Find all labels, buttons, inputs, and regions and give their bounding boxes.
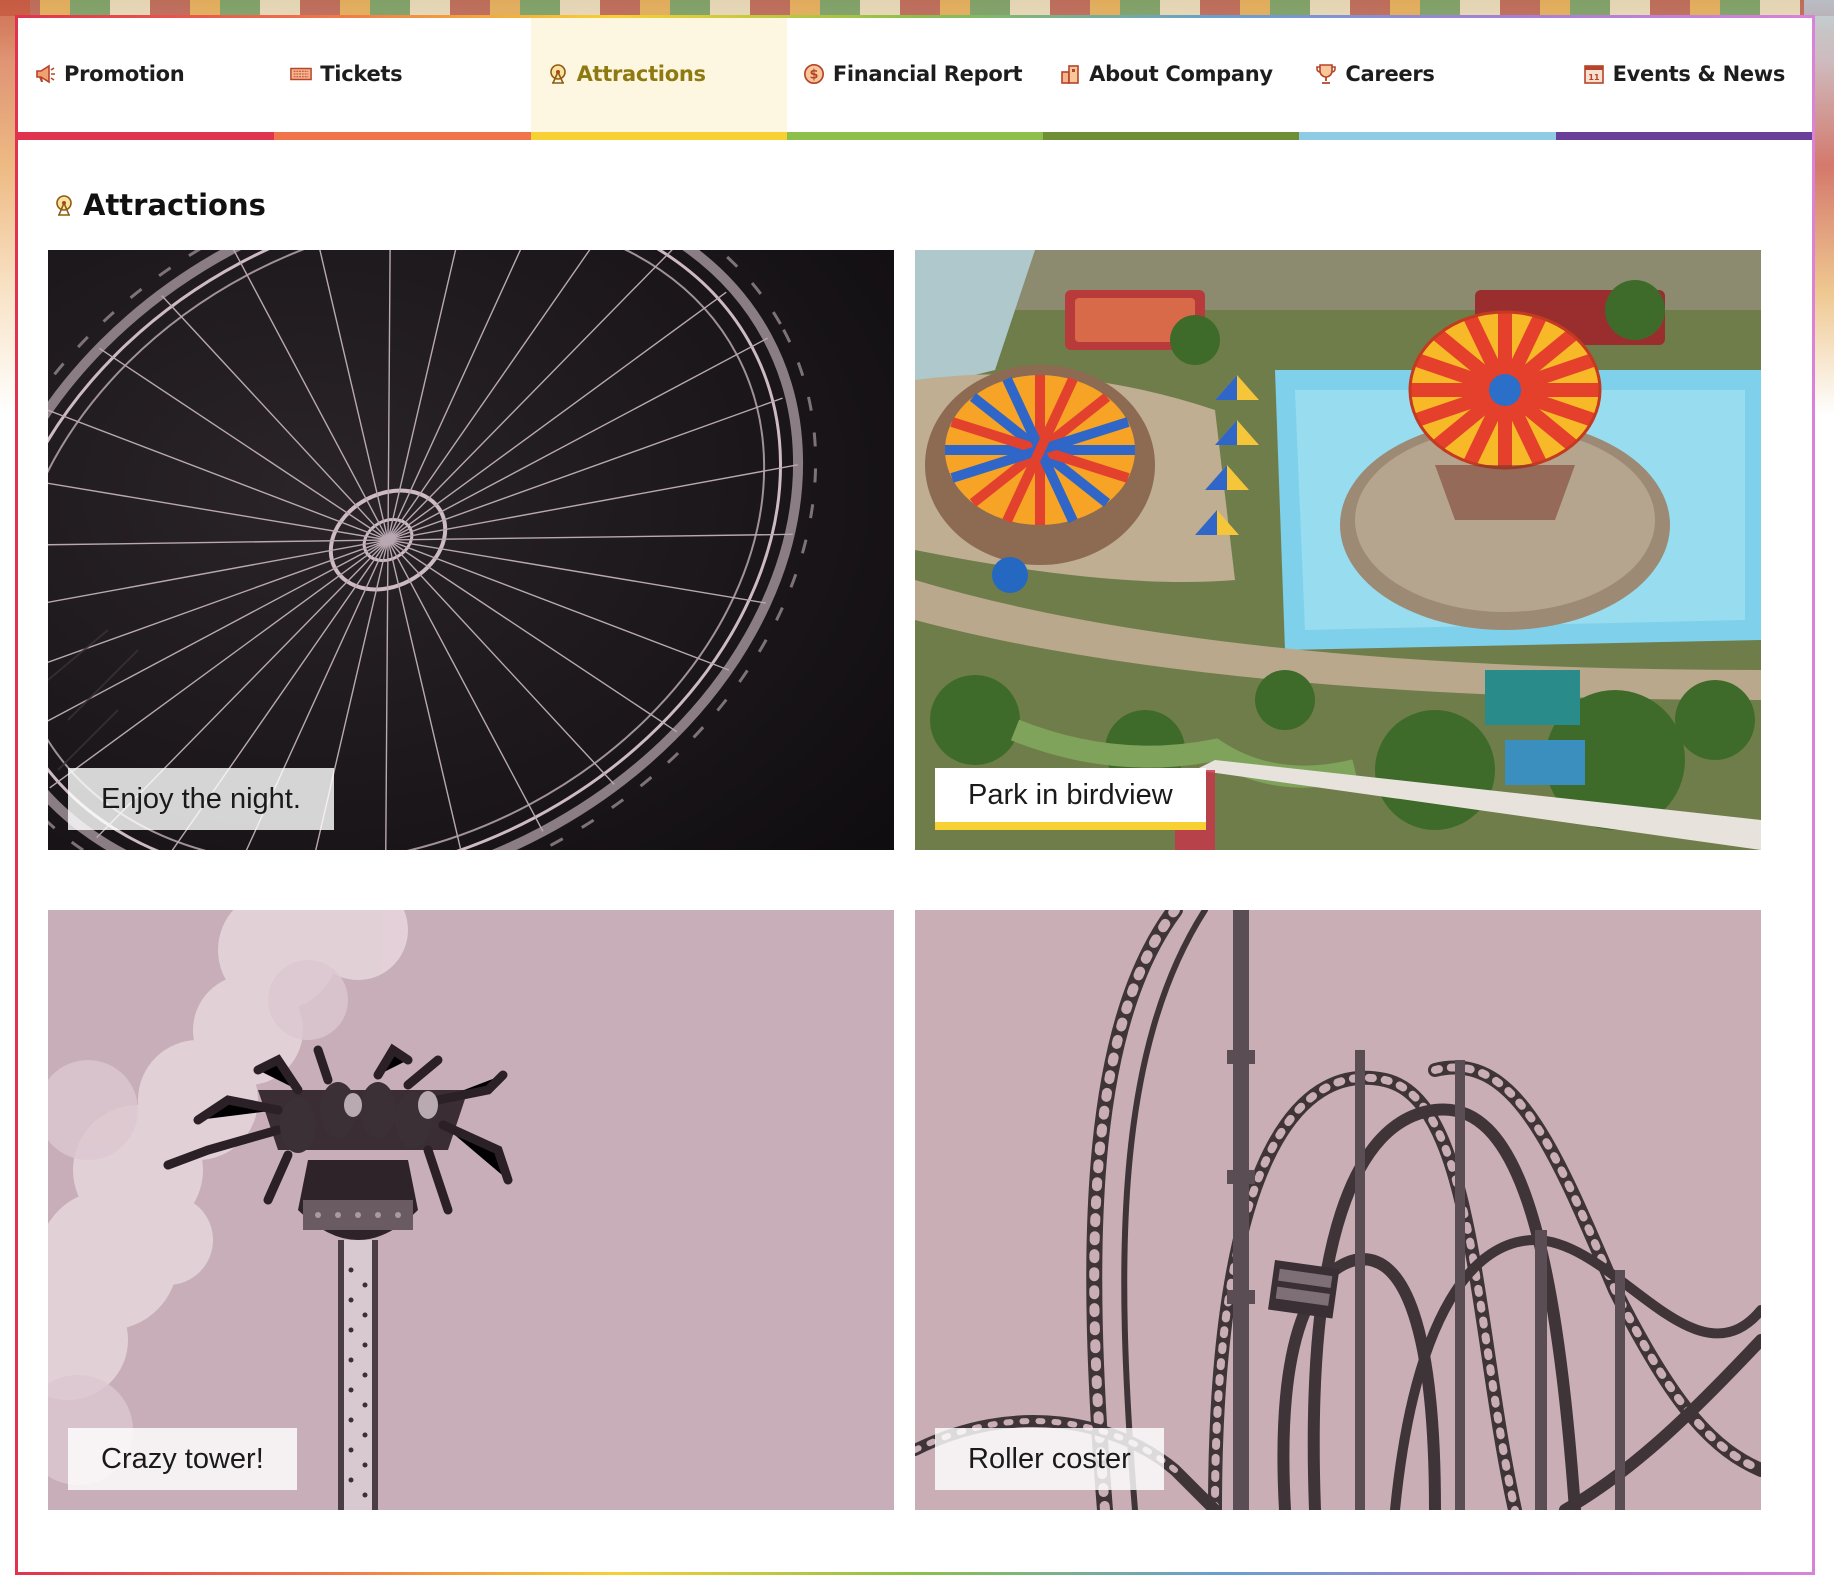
- nav-label: About Company: [1089, 62, 1273, 86]
- main-panel: Promotion Tickets Attractions $ Financia…: [15, 15, 1815, 1575]
- card-caption: Enjoy the night.: [68, 768, 334, 830]
- nav-item-events-news[interactable]: 11 Events & News: [1555, 18, 1812, 140]
- nav-item-financial-report[interactable]: $ Financial Report: [786, 18, 1044, 140]
- nav-color-bar: [530, 132, 787, 140]
- roller-coaster-photo: [915, 910, 1761, 1510]
- attraction-card[interactable]: Park in birdview: [915, 250, 1761, 850]
- attraction-card[interactable]: Roller coster: [915, 910, 1761, 1510]
- svg-text:11: 11: [1588, 73, 1600, 82]
- nav-item-attractions[interactable]: Attractions: [530, 18, 787, 140]
- nav-item-promotion[interactable]: Promotion: [18, 18, 275, 140]
- card-caption: Roller coster: [935, 1428, 1164, 1490]
- dollar-coin-icon: $: [803, 63, 825, 85]
- nav-color-bar: [786, 132, 1044, 140]
- section-heading: Attractions: [53, 188, 266, 222]
- nav-label: Events & News: [1612, 62, 1786, 86]
- nav-color-bar: [274, 132, 531, 140]
- nav-label: Promotion: [64, 62, 185, 86]
- nav-color-bar: [1555, 132, 1812, 140]
- drop-tower-photo: [48, 910, 894, 1510]
- main-navigation: Promotion Tickets Attractions $ Financia…: [18, 18, 1812, 140]
- nav-item-tickets[interactable]: Tickets: [274, 18, 531, 140]
- nav-label: Tickets: [320, 62, 403, 86]
- background-carnival-strip: [0, 0, 1834, 16]
- nav-label: Financial Report: [832, 62, 1023, 86]
- ferris-wheel-icon: [53, 194, 75, 216]
- attraction-card[interactable]: Enjoy the night.: [48, 250, 894, 850]
- ticket-icon: [290, 63, 313, 85]
- nav-item-careers[interactable]: Careers: [1299, 18, 1556, 140]
- card-caption: Crazy tower!: [68, 1428, 297, 1490]
- building-icon: [1059, 63, 1081, 85]
- card-caption: Park in birdview: [935, 768, 1206, 830]
- nav-color-bar: [18, 132, 275, 140]
- page-title: Attractions: [83, 188, 266, 222]
- trophy-icon: [1315, 63, 1337, 85]
- amusement-park-aerial-photo: [915, 250, 1761, 850]
- nav-color-bar: [1043, 132, 1300, 140]
- calendar-icon: 11: [1583, 63, 1605, 85]
- ferris-wheel-night-photo: [48, 250, 894, 850]
- attraction-card[interactable]: Crazy tower!: [48, 910, 894, 1510]
- nav-label: Attractions: [576, 62, 706, 86]
- megaphone-icon: [34, 63, 56, 85]
- nav-item-about-company[interactable]: About Company: [1043, 18, 1300, 140]
- nav-label: Careers: [1345, 62, 1435, 86]
- ferris-wheel-icon: [547, 63, 569, 85]
- nav-color-bar: [1299, 132, 1556, 140]
- svg-text:$: $: [809, 68, 818, 83]
